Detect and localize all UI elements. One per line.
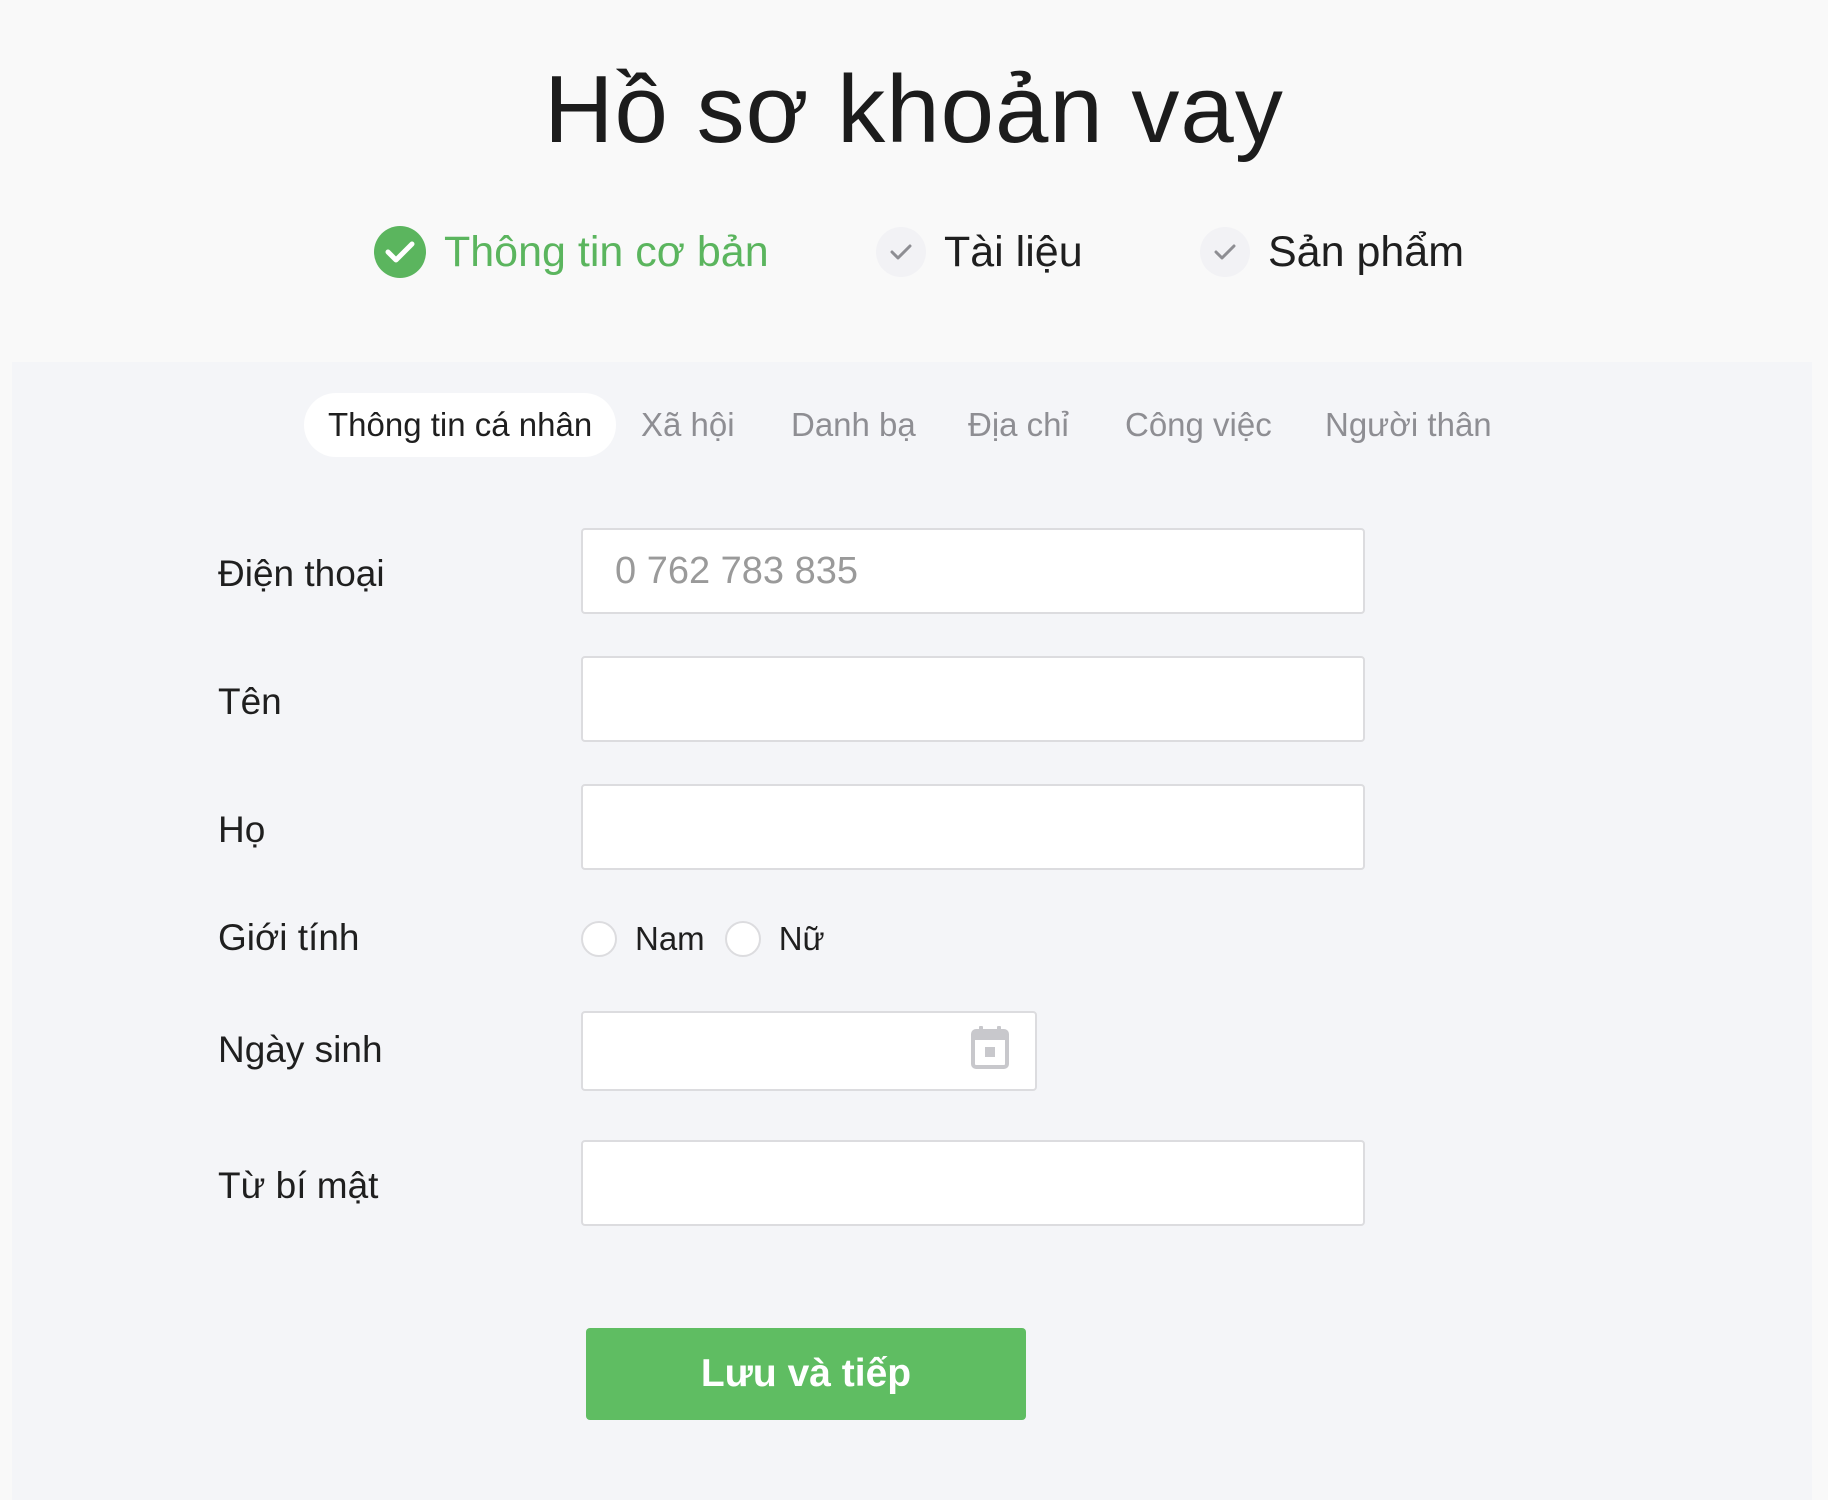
page-title: Hồ sơ khoản vay (544, 56, 1284, 163)
step-documents: Tài liệu (876, 222, 1083, 282)
tab-work[interactable]: Công việc (1125, 393, 1272, 457)
check-circle-icon (374, 226, 426, 278)
tab-personal-info[interactable]: Thông tin cá nhân (304, 393, 617, 457)
tab-social[interactable]: Xã hội (641, 393, 735, 457)
step-products: Sản phẩm (1200, 222, 1464, 282)
birthday-label: Ngày sinh (218, 1029, 383, 1070)
radio-button[interactable] (724, 921, 761, 957)
calendar-icon[interactable] (971, 1025, 1009, 1074)
secret-word-label: Từ bí mật (218, 1165, 379, 1206)
first-name-field[interactable] (581, 656, 1365, 742)
tab-relatives[interactable]: Người thân (1325, 393, 1492, 457)
gender-option-female[interactable]: Nữ (724, 920, 825, 958)
check-icon (876, 227, 926, 277)
save-and-continue-button[interactable]: Lưu và tiếp (586, 1328, 1026, 1420)
radio-button[interactable] (581, 921, 617, 957)
birthday-date-picker[interactable] (581, 1011, 1037, 1091)
step-label: Sản phẩm (1268, 227, 1465, 276)
gender-option-male[interactable]: Nam (581, 920, 705, 958)
radio-label: Nữ (778, 920, 825, 957)
tab-bar: Thông tin cá nhân Xã hội Danh bạ Địa chỉ… (0, 393, 1828, 457)
first-name-label: Tên (218, 681, 282, 722)
phone-label: Điện thoại (218, 553, 385, 594)
phone-field[interactable] (581, 528, 1365, 614)
step-basic-info: Thông tin cơ bản (374, 222, 769, 282)
gender-radio-group: Nam Nữ (581, 919, 845, 959)
radio-label: Nam (635, 920, 705, 957)
tab-address[interactable]: Địa chỉ (968, 393, 1069, 457)
secret-word-field[interactable] (581, 1140, 1365, 1226)
last-name-field[interactable] (581, 784, 1365, 870)
step-label: Tài liệu (944, 227, 1083, 276)
birthday-field[interactable] (583, 1013, 1019, 1089)
step-label: Thông tin cơ bản (444, 227, 769, 276)
last-name-label: Họ (218, 809, 266, 850)
tab-contacts[interactable]: Danh bạ (791, 393, 916, 457)
gender-label: Giới tính (218, 917, 360, 958)
check-icon (1200, 227, 1250, 277)
